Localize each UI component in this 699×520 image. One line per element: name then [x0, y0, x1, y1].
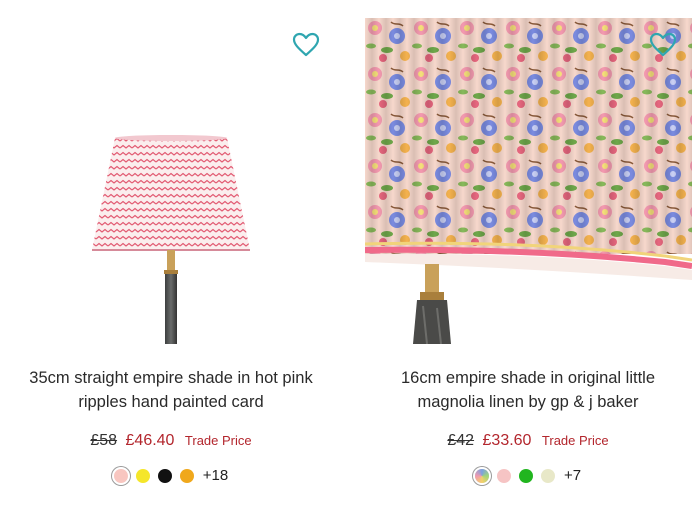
color-swatch-pink[interactable] [113, 468, 128, 483]
product-image-lamp-pink-ripples[interactable] [0, 18, 342, 344]
color-swatches: +18 [0, 467, 342, 484]
was-price: £58 [90, 432, 118, 449]
product-title-line[interactable]: magnolia linen by gp & j baker [357, 390, 699, 414]
color-swatch-cream[interactable] [540, 468, 555, 483]
product-grid: 35cm straight empire shade in hot pink r… [0, 0, 699, 520]
product-title[interactable]: 35cm straight empire shade in hot pink r… [0, 366, 342, 414]
sale-price: £33.60 [482, 432, 532, 449]
color-swatches: +7 [357, 467, 699, 484]
product-title-line[interactable]: 35cm straight empire shade in hot pink [0, 366, 342, 390]
color-swatch-pink[interactable] [496, 468, 511, 483]
was-price: £42 [447, 432, 475, 449]
color-swatch-orange[interactable] [179, 468, 194, 483]
product-card[interactable]: 16cm empire shade in original little mag… [357, 0, 699, 520]
product-card[interactable]: 35cm straight empire shade in hot pink r… [0, 0, 342, 520]
color-swatch-black[interactable] [157, 468, 172, 483]
price-block: £58 £46.40 Trade Price [0, 432, 342, 450]
more-colors-count[interactable]: +7 [564, 467, 581, 484]
product-title-line[interactable]: 16cm empire shade in original little [357, 366, 699, 390]
sale-price: £46.40 [125, 432, 175, 449]
color-swatch-yellow[interactable] [135, 468, 150, 483]
product-image-floral-shade[interactable] [365, 18, 692, 344]
product-title-line[interactable]: ripples hand painted card [0, 390, 342, 414]
color-swatch-green[interactable] [518, 468, 533, 483]
wishlist-heart-icon[interactable] [292, 32, 320, 58]
wishlist-heart-icon[interactable] [649, 32, 677, 58]
trade-price-label: Trade Price [184, 433, 252, 448]
product-title[interactable]: 16cm empire shade in original little mag… [357, 366, 699, 414]
color-swatch-multicolor[interactable] [474, 468, 489, 483]
price-block: £42 £33.60 Trade Price [357, 432, 699, 450]
trade-price-label: Trade Price [541, 433, 609, 448]
more-colors-count[interactable]: +18 [203, 467, 228, 484]
